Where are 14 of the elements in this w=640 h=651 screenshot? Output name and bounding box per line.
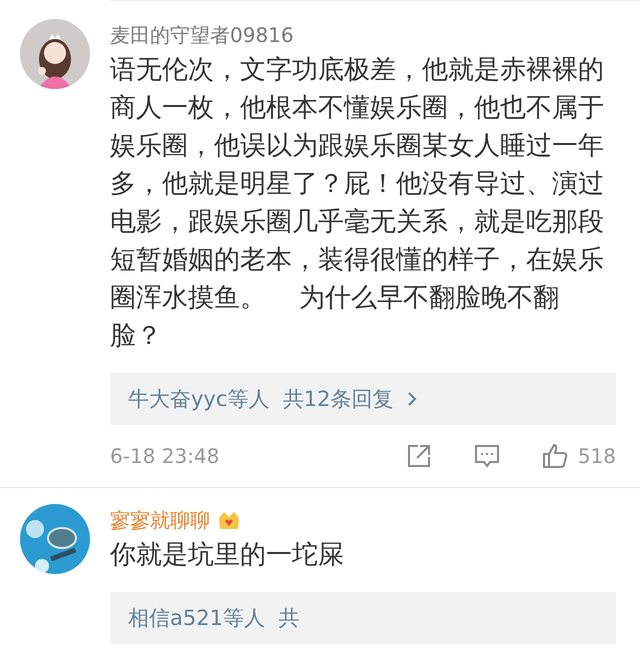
timestamp: 6-18 23:48: [110, 444, 220, 468]
user-name[interactable]: 麦田的守望者09816: [110, 22, 294, 48]
replies-preview[interactable]: 牛大奋yyc等人 共12条回复: [110, 373, 616, 425]
user-name[interactable]: 寥寥就聊聊: [110, 506, 210, 534]
replies-summary[interactable]: 相信a521等人 共: [128, 604, 300, 632]
replies-summary[interactable]: 牛大奋yyc等人 共12条回复: [128, 385, 394, 413]
comment-text: 语无伦次，文字功底极差，他就是赤裸裸的商人一枚，他根本不懂娱乐圈，他也不属于娱乐圈，他误以为跟娱乐圈某女人睡过一年多，他就是明星了？屁！他没有导过、演过电影，跟娱乐圈几乎毫无关系，就是吃那段短暂婚姻的老本，装得很懂的样子，在娱乐圈浑水摸鱼。 为什么早不翻脸晚不翻脸？: [110, 54, 605, 353]
chevron-icon: [407, 391, 418, 407]
repost-icon[interactable]: [406, 443, 432, 469]
thumbs-up-icon[interactable]: [542, 443, 568, 469]
like-count: 518: [578, 444, 616, 468]
comment-icon[interactable]: [474, 443, 500, 469]
replies-preview[interactable]: 相信a521等人 共: [110, 592, 616, 644]
comment-text: 你就是坑里的一坨屎: [110, 539, 345, 572]
